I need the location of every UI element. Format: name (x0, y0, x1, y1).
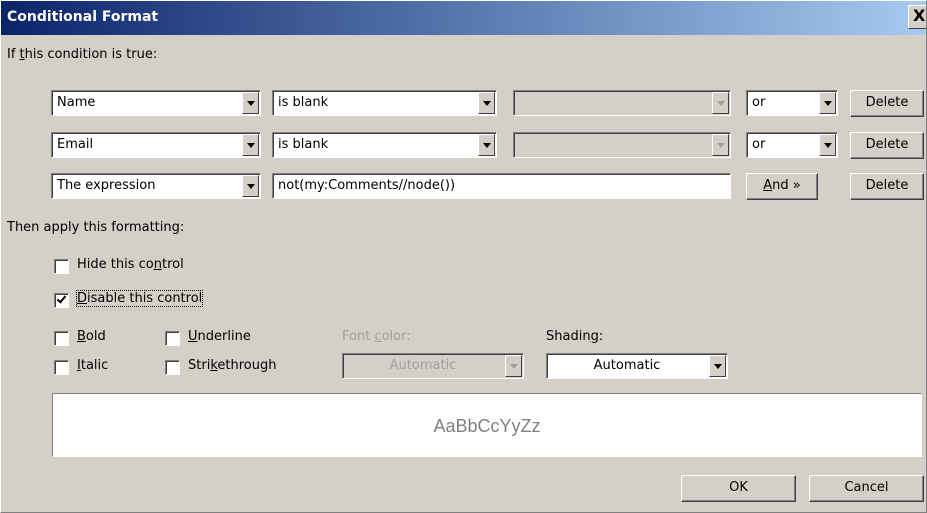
hide-control-label[interactable]: Hide this control (77, 257, 184, 272)
expression-input[interactable]: not(my:Comments//node()) (272, 173, 731, 199)
bold-label[interactable]: Bold (77, 329, 106, 344)
strikethrough-checkbox[interactable] (165, 360, 180, 375)
conjunction-select-1[interactable]: or (746, 90, 838, 116)
strikethrough-label[interactable]: Strikethrough (188, 358, 276, 373)
delete-button-2[interactable]: Delete (850, 132, 924, 159)
chevron-down-icon[interactable] (819, 134, 836, 156)
formatting-label: Then apply this formatting: (7, 220, 185, 235)
bold-checkbox[interactable] (54, 331, 69, 346)
conjunction-select-2[interactable]: or (746, 132, 838, 158)
chevron-down-icon (712, 134, 729, 156)
ok-button[interactable]: OK (681, 475, 796, 502)
underline-label[interactable]: Underline (188, 329, 251, 344)
condition-label: If this condition is true: (7, 47, 158, 62)
chevron-down-icon[interactable] (478, 134, 495, 156)
delete-button-3[interactable]: Delete (850, 173, 924, 200)
underline-checkbox[interactable] (165, 331, 180, 346)
value-select-1 (513, 90, 731, 116)
title-bar[interactable]: Conditional Format X (1, 1, 926, 35)
chevron-down-icon[interactable] (819, 92, 836, 114)
hide-control-checkbox[interactable] (54, 259, 69, 274)
format-preview: AaBbCcYyZz (52, 393, 922, 457)
italic-checkbox[interactable] (54, 360, 69, 375)
shading-select[interactable]: Automatic (546, 353, 728, 379)
disable-control-label[interactable]: Disable this control (75, 290, 204, 307)
field-select-1-value: Name (57, 95, 96, 110)
field-select-1[interactable]: Name (51, 90, 261, 116)
italic-label[interactable]: Italic (77, 358, 108, 373)
and-button-accel: A (763, 178, 773, 193)
field-select-2-value: Email (57, 137, 94, 152)
chevron-down-icon[interactable] (242, 92, 259, 114)
disable-control-checkbox[interactable] (54, 293, 69, 308)
font-color-label: Font color: (342, 329, 411, 344)
close-icon: X (913, 6, 926, 25)
operator-select-2-value: is blank (278, 137, 329, 152)
dialog-title: Conditional Format (7, 9, 159, 25)
preview-text: AaBbCcYyZz (433, 416, 541, 436)
conjunction-select-1-value: or (752, 95, 766, 110)
conditional-format-dialog: Conditional Format X If this condition i… (0, 0, 927, 513)
shading-value: Automatic (593, 358, 661, 373)
chevron-down-icon (505, 355, 522, 377)
operator-select-1-value: is blank (278, 95, 329, 110)
conjunction-select-2-value: or (752, 137, 766, 152)
font-color-select: Automatic (342, 353, 524, 379)
shading-label: Shading: (546, 329, 604, 344)
chevron-down-icon (712, 92, 729, 114)
chevron-down-icon[interactable] (709, 355, 726, 377)
operator-select-2[interactable]: is blank (272, 132, 497, 158)
chevron-down-icon[interactable] (242, 134, 259, 156)
and-button[interactable]: And » (746, 173, 818, 200)
font-color-value: Automatic (389, 358, 457, 373)
field-select-3-value: The expression (57, 178, 156, 193)
expression-input-value: not(my:Comments//node()) (278, 178, 456, 193)
field-select-3[interactable]: The expression (51, 173, 261, 199)
field-select-2[interactable]: Email (51, 132, 261, 158)
chevron-down-icon[interactable] (242, 175, 259, 197)
cancel-button[interactable]: Cancel (809, 475, 924, 502)
value-select-2 (513, 132, 731, 158)
close-button[interactable]: X (908, 5, 926, 29)
delete-button-1[interactable]: Delete (850, 90, 924, 117)
operator-select-1[interactable]: is blank (272, 90, 497, 116)
and-button-label: nd » (772, 178, 801, 193)
chevron-down-icon[interactable] (478, 92, 495, 114)
